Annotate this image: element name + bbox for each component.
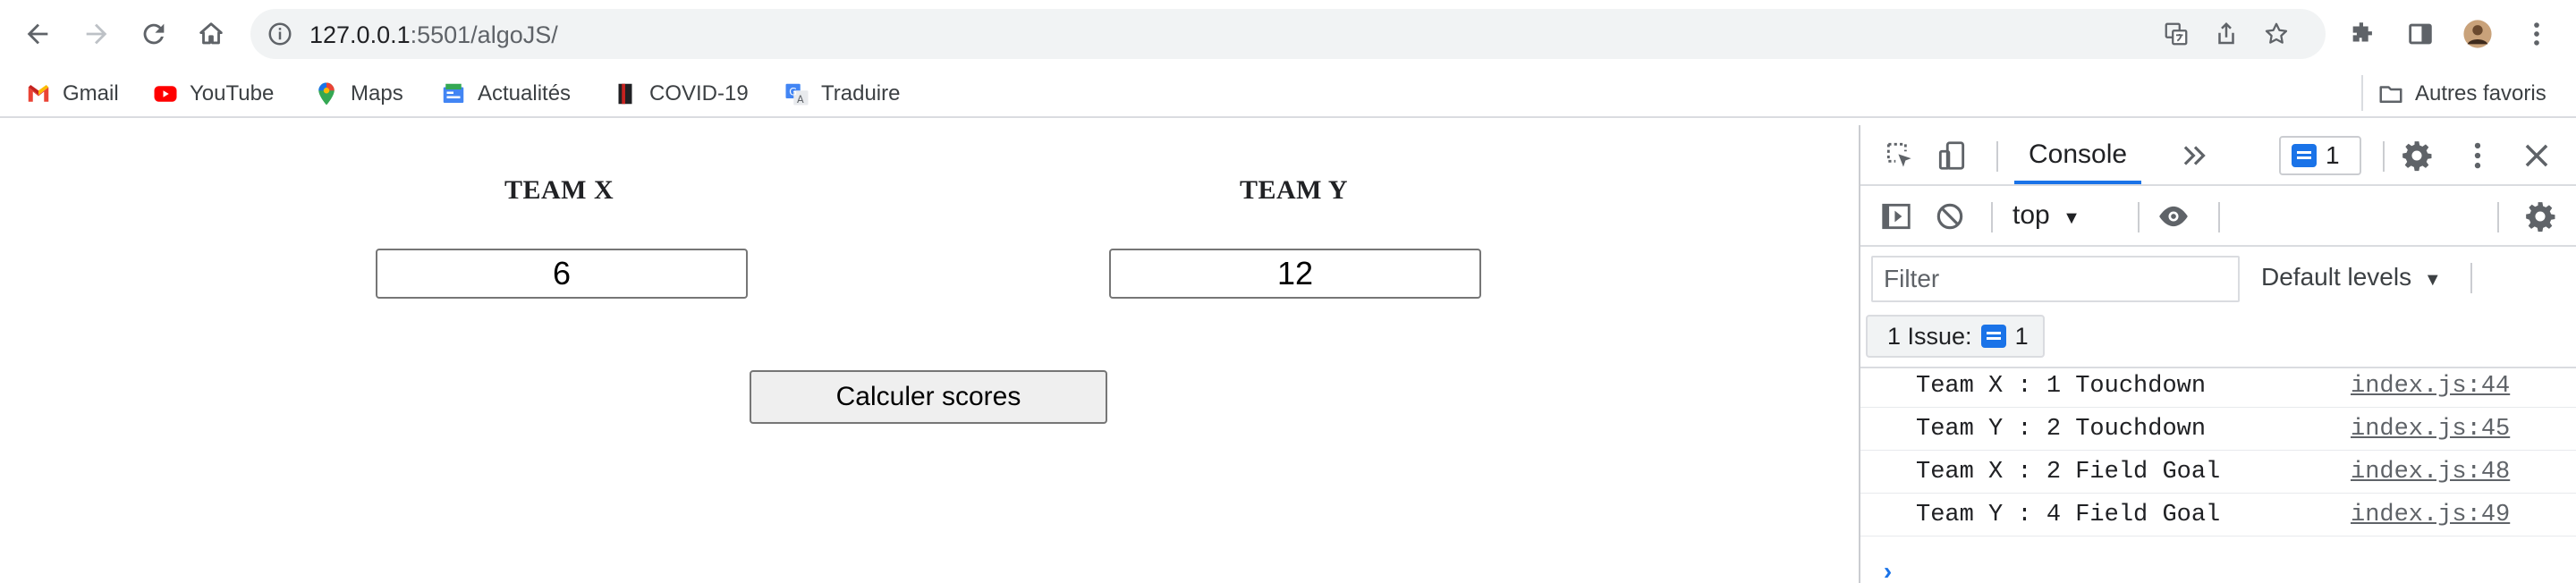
- separator: [2138, 202, 2140, 232]
- bookmark-news[interactable]: Actualités: [440, 79, 571, 109]
- messages-badge[interactable]: 1: [2279, 136, 2361, 175]
- inspect-element-icon[interactable]: [1882, 138, 1918, 173]
- url-text[interactable]: 127.0.0.1:5501/algoJS/: [309, 21, 558, 48]
- chevron-down-icon: ▼: [2423, 270, 2442, 290]
- log-levels-dropdown[interactable]: Default levels ▼: [2261, 263, 2442, 292]
- other-bookmarks-label: Autres favoris: [2415, 81, 2546, 106]
- more-tabs-icon[interactable]: [2177, 138, 2213, 173]
- separator: [1991, 202, 1993, 232]
- issue-icon: [1980, 325, 2006, 348]
- translate-icon: GA: [785, 83, 809, 106]
- bookmark-gmail[interactable]: Gmail: [25, 79, 119, 109]
- avatar[interactable]: [2460, 16, 2496, 52]
- log-levels-label: Default levels: [2261, 263, 2412, 291]
- covid-icon: [618, 83, 632, 105]
- console-log-line: Team Y : 2 Touchdown index.js:45: [1860, 408, 2576, 451]
- log-message: Team X : 1 Touchdown: [1916, 373, 2207, 400]
- bookmark-covid[interactable]: COVID-19: [612, 79, 749, 109]
- folder-icon: [2379, 86, 2402, 103]
- console-settings-gear-icon[interactable]: [2522, 199, 2558, 234]
- close-icon[interactable]: [2519, 138, 2555, 173]
- console-log-line: Team X : 2 Field Goal index.js:48: [1860, 451, 2576, 494]
- separator: [2497, 202, 2499, 232]
- devtools-panel: Console 1 top ▼ Filter Default levels ▼ …: [1859, 125, 2576, 583]
- log-source-link[interactable]: index.js:49: [2351, 494, 2510, 537]
- sidebar-toggle-icon[interactable]: [1878, 199, 1914, 234]
- calculate-scores-button[interactable]: Calculer scores: [750, 370, 1107, 424]
- bookmarks-bar: Gmail YouTube Maps Actualités COVID-19 G…: [0, 72, 2576, 118]
- log-message: Team Y : 2 Touchdown: [1916, 416, 2207, 443]
- tab-console[interactable]: Console: [2014, 125, 2142, 184]
- bookmark-label: Traduire: [821, 81, 901, 106]
- news-icon: [443, 83, 464, 103]
- log-source-link[interactable]: index.js:45: [2351, 408, 2510, 451]
- issues-count: 1: [2014, 322, 2029, 350]
- bookmarks-divider: [2361, 75, 2363, 111]
- home-icon[interactable]: [193, 16, 229, 52]
- devtools-tabbar: Console 1: [1860, 125, 2576, 186]
- filter-row: Default levels ▼: [1860, 247, 2576, 309]
- device-toolbar-icon[interactable]: [1934, 138, 1970, 173]
- log-message: Team Y : 4 Field Goal: [1916, 502, 2221, 528]
- other-bookmarks-folder[interactable]: Autres favoris: [2377, 79, 2546, 109]
- clear-console-icon[interactable]: [1932, 199, 1968, 234]
- console-log-line: Team Y : 4 Field Goal index.js:49: [1860, 494, 2576, 537]
- address-bar[interactable]: 127.0.0.1:5501/algoJS/: [250, 9, 2326, 59]
- message-icon: [2292, 144, 2317, 167]
- issues-row: 1 Issue: 1: [1860, 306, 2576, 368]
- share-icon[interactable]: [2213, 21, 2240, 47]
- devtools-menu-icon[interactable]: [2460, 138, 2496, 173]
- youtube-icon: [154, 86, 177, 102]
- console-log-line: Team X : 1 Touchdown index.js:44: [1860, 365, 2576, 408]
- console-toolbar: top ▼: [1860, 186, 2576, 247]
- team-y-title: TEAM Y: [1240, 175, 1349, 205]
- issues-button[interactable]: 1 Issue: 1: [1866, 315, 2045, 358]
- reload-icon[interactable]: [136, 16, 172, 52]
- filter-input[interactable]: [1871, 256, 2240, 302]
- bookmark-label: COVID-19: [649, 81, 749, 106]
- separator: [1996, 141, 1998, 172]
- console-prompt-chevron-icon[interactable]: ›: [1880, 560, 1895, 583]
- forward-icon[interactable]: [79, 16, 114, 52]
- log-source-link[interactable]: index.js:44: [2351, 365, 2510, 408]
- log-message: Team X : 2 Field Goal: [1916, 459, 2221, 486]
- issues-label: 1 Issue:: [1887, 322, 1972, 350]
- team-y-score-input[interactable]: [1109, 249, 1481, 299]
- gmail-icon: [28, 85, 49, 102]
- translate-page-icon[interactable]: [2163, 21, 2190, 47]
- back-icon[interactable]: [20, 16, 55, 52]
- separator: [2383, 141, 2385, 172]
- context-label: top: [2012, 200, 2050, 230]
- messages-count: 1: [2326, 141, 2340, 169]
- extensions-icon[interactable]: [2345, 16, 2381, 52]
- info-icon[interactable]: [267, 21, 293, 47]
- team-x-title: TEAM X: [504, 175, 614, 205]
- bookmark-label: YouTube: [190, 81, 275, 106]
- browser-menu-icon[interactable]: [2519, 16, 2555, 52]
- bookmark-translate[interactable]: GA Traduire: [784, 79, 900, 109]
- separator: [2470, 263, 2472, 293]
- url-path: :5501/algoJS/: [410, 21, 558, 48]
- log-source-link[interactable]: index.js:48: [2351, 451, 2510, 494]
- bookmark-label: Actualités: [478, 81, 572, 106]
- maps-icon: [318, 82, 335, 106]
- context-selector[interactable]: top ▼: [2012, 200, 2080, 231]
- chevron-down-icon: ▼: [2063, 208, 2080, 228]
- bookmark-star-icon[interactable]: [2263, 21, 2290, 47]
- settings-gear-icon[interactable]: [2399, 138, 2435, 173]
- bookmark-label: Maps: [351, 81, 403, 106]
- team-x-score-input[interactable]: [376, 249, 748, 299]
- eye-icon[interactable]: [2156, 199, 2191, 234]
- bookmark-maps[interactable]: Maps: [313, 79, 403, 109]
- page-content: TEAM X TEAM Y Calculer scores: [0, 125, 1859, 583]
- bookmark-label: Gmail: [63, 81, 119, 106]
- separator: [2218, 202, 2220, 232]
- bookmark-youtube[interactable]: YouTube: [152, 79, 274, 109]
- svg-text:G: G: [789, 86, 797, 97]
- browser-toolbar: 127.0.0.1:5501/algoJS/: [0, 0, 2576, 68]
- svg-text:A: A: [797, 94, 804, 106]
- side-panel-icon[interactable]: [2402, 16, 2438, 52]
- url-host: 127.0.0.1: [309, 21, 411, 48]
